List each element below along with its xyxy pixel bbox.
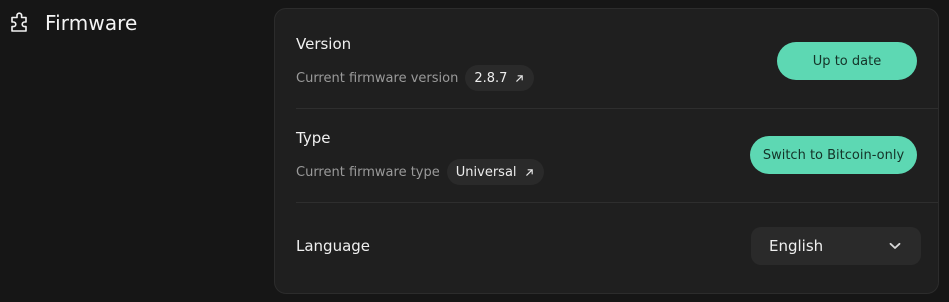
language-selected-value: English <box>769 237 824 255</box>
up-to-date-button[interactable]: Up to date <box>777 42 917 80</box>
type-chip[interactable]: Universal <box>446 159 544 185</box>
language-select[interactable]: English <box>751 227 921 265</box>
version-value: 2.8.7 <box>474 70 508 86</box>
external-link-icon <box>516 74 524 82</box>
page-heading: Firmware <box>8 11 137 35</box>
firmware-settings-page: Firmware Version Current firmware versio… <box>0 0 949 302</box>
external-link-icon <box>525 168 533 176</box>
chevron-down-icon <box>889 242 901 249</box>
version-subtitle: Current firmware version <box>296 70 459 86</box>
divider <box>296 202 938 203</box>
firmware-card: Version Current firmware version 2.8.7 U… <box>274 8 939 294</box>
type-subtitle: Current firmware type <box>296 164 440 180</box>
switch-to-bitcoin-only-button[interactable]: Switch to Bitcoin-only <box>750 136 917 174</box>
type-value: Universal <box>455 164 517 180</box>
version-chip[interactable]: 2.8.7 <box>465 65 535 91</box>
divider <box>296 108 938 109</box>
page-title: Firmware <box>45 11 138 35</box>
puzzle-icon <box>11 12 27 32</box>
